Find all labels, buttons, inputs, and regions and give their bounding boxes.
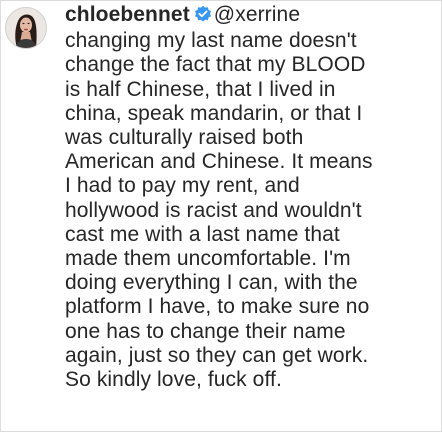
- comment-line: china, speak mandarin, or that I: [65, 101, 363, 125]
- comment-line: platform I have, to make sure no: [65, 295, 370, 319]
- comment-line: American and Chinese. It means: [65, 150, 373, 174]
- profile-photo-icon: [6, 8, 46, 48]
- comment-line: made them uncomfortable. I'm: [65, 247, 351, 271]
- comment-line: changing my last name doesn't: [65, 29, 357, 53]
- comment-header-line: chloebennet @xerrine: [65, 3, 441, 29]
- comment-text: chloebennet @xerrine changing my last nam…: [65, 3, 441, 392]
- comment-line: doing everything I can, with the: [65, 271, 358, 295]
- comment-line: So kindly love, fuck off.: [65, 368, 282, 392]
- comment-line: one has to change their name: [65, 319, 346, 343]
- comment-line: change the fact that my BLOOD: [65, 53, 366, 77]
- comment-line: again, just so they can get work.: [65, 343, 369, 367]
- comment-line: hollywood is racist and wouldn't: [65, 198, 362, 222]
- comment-line: is half Chinese, that I lived in: [65, 77, 336, 101]
- comment-line: I had to pay my rent, and: [65, 174, 300, 198]
- instagram-comment: chloebennet @xerrine changing my last nam…: [0, 0, 442, 432]
- username-link[interactable]: chloebennet: [65, 3, 190, 26]
- avatar[interactable]: [5, 7, 47, 49]
- comment-line: was culturally raised both: [65, 126, 304, 150]
- verified-badge-icon: [194, 5, 212, 29]
- comment-line: cast me with a last name that: [65, 222, 340, 246]
- mention-link[interactable]: @xerrine: [214, 3, 300, 26]
